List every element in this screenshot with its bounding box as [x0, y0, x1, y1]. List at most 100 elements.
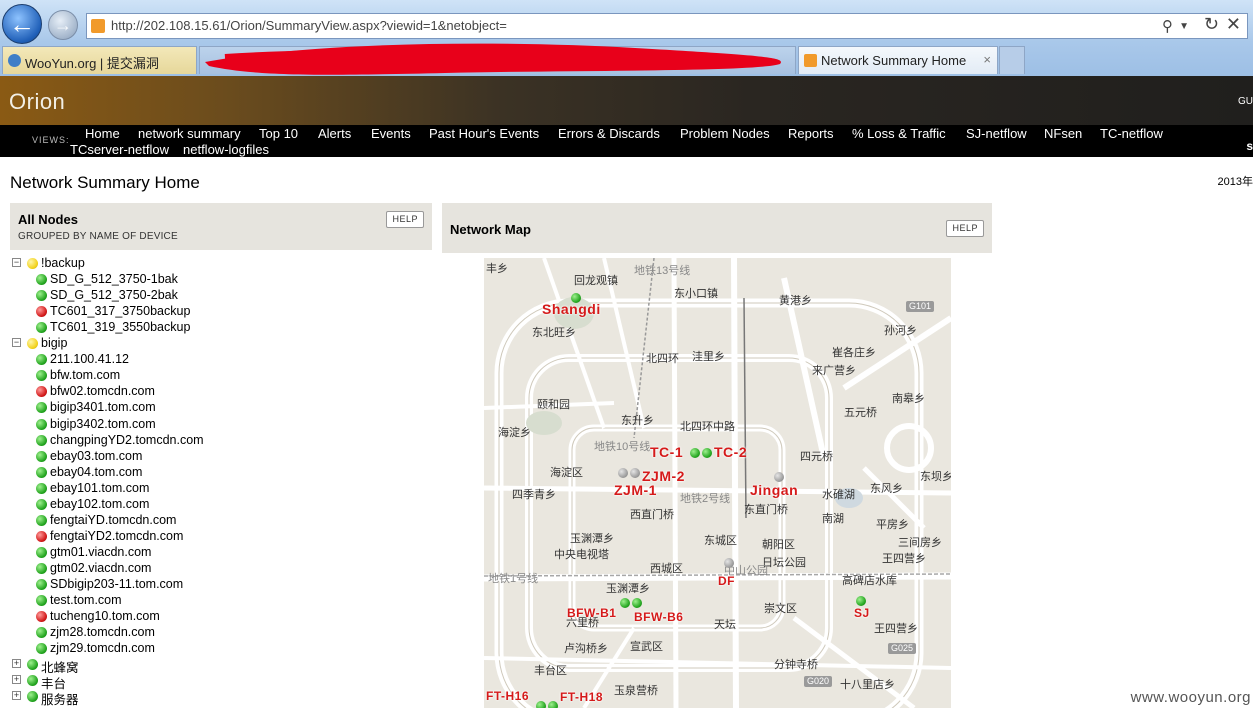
- expand-icon[interactable]: +: [12, 675, 21, 685]
- map-node-jingan[interactable]: Jingan: [750, 482, 798, 498]
- tree-node-label[interactable]: gtm02.viacdn.com: [50, 561, 151, 575]
- tree-node-label[interactable]: 211.100.41.12: [50, 352, 129, 366]
- nav-nfsen[interactable]: NFsen: [1044, 126, 1082, 141]
- map-node-dot-tc-1[interactable]: [690, 448, 700, 458]
- map-node-dot-ft-h16[interactable]: [536, 701, 546, 708]
- map-node-dot-tc-2[interactable]: [702, 448, 712, 458]
- map-node-dot-jingan[interactable]: [774, 472, 784, 482]
- stop-icon[interactable]: ✕: [1226, 14, 1241, 35]
- map-node-bfw-b6[interactable]: BFW-B6: [634, 610, 683, 624]
- map-place: 玉泉营桥: [614, 685, 658, 697]
- tree-node-label[interactable]: fengtaiYD2.tomcdn.com: [50, 529, 183, 543]
- map-node-dot-zjm-2[interactable]: [630, 468, 640, 478]
- tree-node-label[interactable]: tucheng10.tom.com: [50, 609, 160, 623]
- tree-group-label[interactable]: bigip: [41, 336, 67, 350]
- status-green-icon: [36, 370, 47, 382]
- map-node-zjm-1[interactable]: ZJM-1: [614, 482, 657, 498]
- address-url[interactable]: http://202.108.15.61/Orion/SummaryView.a…: [111, 18, 507, 33]
- tree-node-label[interactable]: zjm29.tomcdn.com: [50, 641, 155, 655]
- collapse-icon[interactable]: −: [12, 338, 21, 348]
- tab-network-summary[interactable]: Network Summary Home ×: [798, 46, 998, 74]
- tree-node-label[interactable]: ebay102.tom.com: [50, 497, 149, 511]
- status-green-icon: [36, 514, 47, 526]
- tree-node-label[interactable]: bigip3402.tom.com: [50, 417, 156, 431]
- all-nodes-help-button[interactable]: HELP: [386, 211, 424, 228]
- network-map-help-button[interactable]: HELP: [946, 220, 984, 237]
- tree-node-label[interactable]: SD_G_512_3750-2bak: [50, 288, 178, 302]
- map-node-df[interactable]: DF: [718, 574, 735, 588]
- map-place: 四季青乡: [512, 489, 556, 501]
- map-node-ft-h16[interactable]: FT-H16: [486, 689, 529, 703]
- tree-node-label[interactable]: TC601_319_3550backup: [50, 320, 190, 334]
- tree-group-label[interactable]: 服务器: [41, 689, 79, 708]
- all-nodes-header: All Nodes GROUPED BY NAME OF DEVICE HELP: [10, 203, 432, 250]
- new-tab-button[interactable]: [999, 46, 1025, 74]
- map-node-dot-ft-h18[interactable]: [548, 701, 558, 708]
- close-tab-icon[interactable]: ×: [983, 52, 991, 67]
- network-map[interactable]: 丰乡 回龙观镇 东小口镇 黄港乡 东北旺乡 孙河乡 北四环 洼里乡 崔各庄乡 来…: [484, 258, 951, 708]
- dropdown-arrow-icon[interactable]: ▼: [1179, 21, 1189, 32]
- tree-node-label[interactable]: ebay04.tom.com: [50, 465, 142, 479]
- nav-past-hours-events[interactable]: Past Hour's Events: [429, 126, 539, 141]
- map-node-sj[interactable]: SJ: [854, 606, 870, 620]
- page-date: 2013年: [1217, 176, 1253, 188]
- tree-node-label[interactable]: ebay03.tom.com: [50, 449, 142, 463]
- tree-group-label[interactable]: !backup: [41, 256, 85, 270]
- app-header: Orion GU: [0, 76, 1253, 125]
- nav-alerts[interactable]: Alerts: [318, 126, 351, 141]
- refresh-icon[interactable]: ↻: [1204, 14, 1219, 35]
- map-node-tc-2[interactable]: TC-2: [714, 444, 747, 460]
- tree-node-label[interactable]: zjm28.tomcdn.com: [50, 625, 155, 639]
- nav-top-10[interactable]: Top 10: [259, 126, 298, 141]
- nav-netflow-logfiles[interactable]: netflow-logfiles: [183, 142, 269, 157]
- tab-wooyun[interactable]: WooYun.org | 提交漏洞: [2, 46, 197, 74]
- search-icon[interactable]: ⚲: [1162, 17, 1173, 35]
- expand-icon[interactable]: +: [12, 691, 21, 701]
- expand-icon[interactable]: +: [12, 659, 21, 669]
- orion-logo[interactable]: Orion: [9, 89, 65, 115]
- tree-node-label[interactable]: SD_G_512_3750-1bak: [50, 272, 178, 286]
- tree-node-label[interactable]: ebay101.tom.com: [50, 481, 149, 495]
- status-green-icon: [36, 482, 47, 494]
- map-node-dot-zjm-1[interactable]: [618, 468, 628, 478]
- nav-errors-discards[interactable]: Errors & Discards: [558, 126, 660, 141]
- address-bar[interactable]: http://202.108.15.61/Orion/SummaryView.a…: [86, 13, 1248, 39]
- map-node-bfw-b1[interactable]: BFW-B1: [567, 606, 616, 620]
- nav-loss-traffic[interactable]: % Loss & Traffic: [852, 126, 946, 141]
- nav-events[interactable]: Events: [371, 126, 411, 141]
- map-node-dot-df[interactable]: [724, 558, 734, 568]
- forward-button[interactable]: →: [48, 10, 78, 40]
- tree-node-label[interactable]: gtm01.viacdn.com: [50, 545, 151, 559]
- header-user-text: GU: [1238, 96, 1253, 107]
- nav-reports[interactable]: Reports: [788, 126, 834, 141]
- map-place: 北四环: [646, 353, 679, 365]
- map-node-shangdi[interactable]: Shangdi: [542, 301, 601, 317]
- nav-problem-nodes[interactable]: Problem Nodes: [680, 126, 770, 141]
- views-nav: VIEWS: Home network summary Top 10 Alert…: [0, 125, 1253, 157]
- map-node-dot-bfw-b6[interactable]: [632, 598, 642, 608]
- nav-tc-netflow[interactable]: TC-netflow: [1100, 126, 1163, 141]
- tree-node-label[interactable]: test.tom.com: [50, 593, 122, 607]
- map-place: 三间房乡: [898, 537, 942, 549]
- map-node-ft-h18[interactable]: FT-H18: [560, 690, 603, 704]
- map-node-tc-1[interactable]: TC-1: [650, 444, 683, 460]
- map-place: 卢沟桥乡: [564, 643, 608, 655]
- tree-node-label[interactable]: TC601_317_3750backup: [50, 304, 190, 318]
- back-button[interactable]: ←: [2, 4, 42, 44]
- tree-node-label[interactable]: fengtaiYD.tomcdn.com: [50, 513, 176, 527]
- map-place: 五元桥: [844, 407, 877, 419]
- tree-node-label[interactable]: bfw.tom.com: [50, 368, 120, 382]
- nav-home[interactable]: Home: [85, 126, 120, 141]
- tree-node-label[interactable]: SDbigip203-11.tom.com: [50, 577, 183, 591]
- map-node-dot-bfw-b1[interactable]: [620, 598, 630, 608]
- tree-node-label[interactable]: bigip3401.tom.com: [50, 400, 156, 414]
- tree-node-label[interactable]: changpingYD2.tomcdn.com: [50, 433, 204, 447]
- nav-network-summary[interactable]: network summary: [138, 126, 241, 141]
- nav-tcserver-netflow[interactable]: TCserver-netflow: [70, 142, 169, 157]
- map-place: 黄港乡: [779, 295, 812, 307]
- nav-sj-netflow[interactable]: SJ-netflow: [966, 126, 1027, 141]
- map-node-dot-sj[interactable]: [856, 596, 866, 606]
- tree-node-label[interactable]: bfw02.tomcdn.com: [50, 384, 155, 398]
- map-place: 东直门桥: [744, 504, 788, 516]
- collapse-icon[interactable]: −: [12, 258, 21, 267]
